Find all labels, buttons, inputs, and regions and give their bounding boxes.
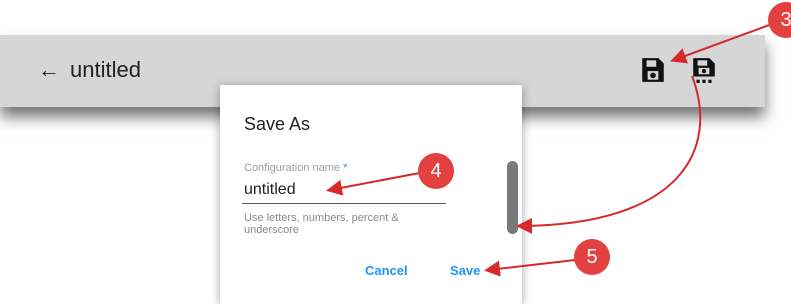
save-as-dialog: Save As Configuration name * Use letters… xyxy=(220,85,522,304)
required-marker: * xyxy=(343,162,348,174)
field-hint: Use letters, numbers, percent & undersco… xyxy=(244,212,399,234)
save-button[interactable]: Save xyxy=(450,263,480,278)
configuration-name-input[interactable] xyxy=(242,177,446,204)
back-arrow-icon[interactable]: ← xyxy=(38,59,60,81)
dialog-title: Save As xyxy=(244,114,311,134)
callout-5: 5 xyxy=(574,239,610,275)
field-label-text: Configuration name xyxy=(244,162,341,174)
cancel-button[interactable]: Cancel xyxy=(365,263,408,278)
dialog-scrollbar[interactable] xyxy=(507,161,518,234)
save-as-icon[interactable] xyxy=(691,56,717,84)
page-title: untitled xyxy=(70,57,141,82)
save-icon[interactable] xyxy=(640,56,666,84)
callout-4: 4 xyxy=(418,153,454,189)
configuration-name-label: Configuration name * xyxy=(244,162,347,174)
back-nav[interactable]: ← untitled xyxy=(38,55,141,85)
callout-3: 3 xyxy=(768,2,791,38)
